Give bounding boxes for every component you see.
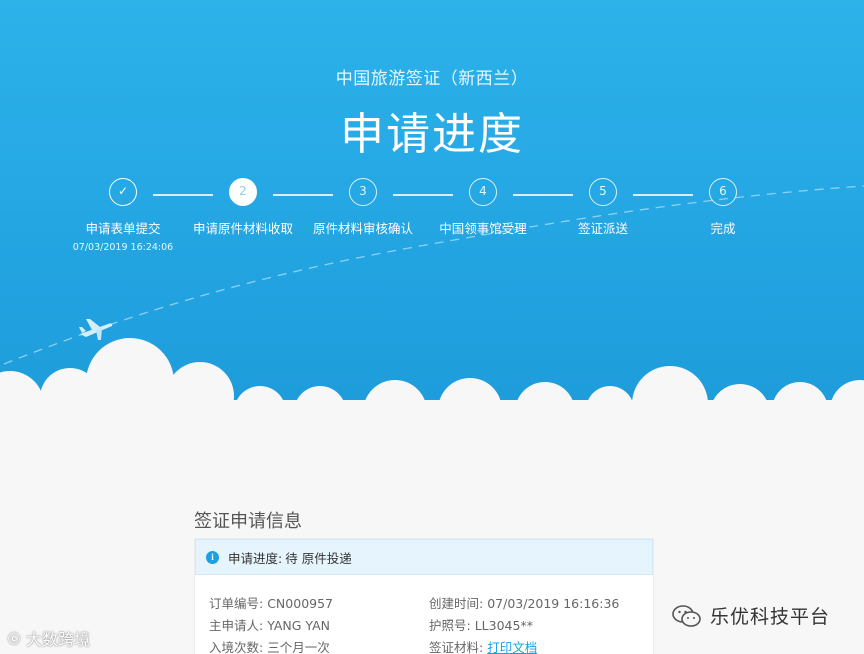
step-2: 2 申请原件材料收取 bbox=[173, 178, 313, 237]
status-value: 待 原件投递 bbox=[285, 550, 352, 566]
entry-count: 入境次数: 三个月一次 bbox=[209, 637, 429, 654]
watermark-right-text: 乐优科技平台 bbox=[710, 606, 831, 628]
info-row: 入境次数: 三个月一次 签证材料: 打印文档 bbox=[209, 637, 649, 654]
status-banner: i 申请进度: 待 原件投递 bbox=[195, 539, 653, 575]
watermark-right: 乐优科技平台 bbox=[672, 602, 830, 629]
step-label: 原件材料审核确认 bbox=[312, 221, 413, 236]
watermark-left: ⓒ 大数跨境 bbox=[8, 626, 90, 650]
step-number: 5 bbox=[589, 178, 617, 206]
passport-number-value: LL3045** bbox=[474, 618, 533, 633]
step-5: 5 签证派送 bbox=[533, 178, 673, 237]
entry-count-value: 三个月一次 bbox=[267, 640, 330, 654]
step-label: 中国领事馆受理 bbox=[439, 221, 527, 236]
order-number-label: 订单编号: bbox=[209, 596, 264, 611]
status-label: 申请进度: bbox=[228, 550, 283, 566]
step-label: 签证派送 bbox=[577, 221, 628, 236]
step-number: 2 bbox=[229, 178, 257, 206]
step-4: 4 中国领事馆受理 bbox=[413, 178, 553, 237]
step-number: 3 bbox=[349, 178, 377, 206]
step-label: 申请原件材料收取 bbox=[192, 221, 293, 236]
step-number: 6 bbox=[709, 178, 737, 206]
visa-type-subtitle: 中国旅游签证（新西兰） bbox=[335, 69, 529, 89]
main-applicant-label: 主申请人: bbox=[209, 618, 264, 633]
step-3: 3 原件材料审核确认 bbox=[293, 178, 433, 237]
step-date: 07/03/2019 16:24:06 bbox=[72, 242, 174, 253]
main-applicant-value: YANG YAN bbox=[267, 618, 330, 633]
hero-banner: 中国旅游签证（新西兰） 申请进度 ✓ 申请表单提交 07/03/2019 16:… bbox=[0, 0, 864, 440]
watermark-left-text: 大数跨境 bbox=[26, 630, 91, 649]
visa-materials: 签证材料: 打印文档 bbox=[429, 637, 649, 654]
passport-number: 护照号: LL3045** bbox=[429, 615, 649, 637]
created-time-label: 创建时间: bbox=[429, 596, 484, 611]
check-icon: ✓ bbox=[109, 178, 137, 206]
progress-stepper: ✓ 申请表单提交 07/03/2019 16:24:06 2 申请原件材料收取 … bbox=[0, 178, 864, 258]
order-number: 订单编号: CN000957 bbox=[209, 593, 429, 615]
main-applicant: 主申请人: YANG YAN bbox=[209, 615, 429, 637]
step-1: ✓ 申请表单提交 07/03/2019 16:24:06 bbox=[53, 178, 193, 253]
entry-count-label: 入境次数: bbox=[209, 640, 264, 654]
watermark-logo-icon: ⓒ bbox=[8, 631, 21, 646]
info-grid: 订单编号: CN000957 创建时间: 07/03/2019 16:16:36… bbox=[209, 593, 649, 654]
order-number-value: CN000957 bbox=[267, 596, 333, 611]
step-6: 6 完成 bbox=[653, 178, 793, 237]
created-time: 创建时间: 07/03/2019 16:16:36 bbox=[429, 593, 649, 615]
step-number: 4 bbox=[469, 178, 497, 206]
section-title: 签证申请信息 bbox=[194, 511, 302, 532]
created-time-value: 07/03/2019 16:16:36 bbox=[487, 596, 620, 611]
info-row: 主申请人: YANG YAN 护照号: LL3045** bbox=[209, 615, 649, 637]
page-title: 申请进度 bbox=[340, 109, 524, 160]
info-icon: i bbox=[206, 550, 219, 564]
info-row: 订单编号: CN000957 创建时间: 07/03/2019 16:16:36 bbox=[209, 593, 649, 615]
passport-number-label: 护照号: bbox=[429, 618, 471, 633]
visa-info-card: i 申请进度: 待 原件投递 订单编号: CN000957 创建时间: 07/0… bbox=[194, 538, 654, 654]
step-label: 完成 bbox=[710, 221, 736, 236]
wechat-icon bbox=[672, 604, 701, 627]
print-document-link[interactable]: 打印文档 bbox=[487, 640, 537, 654]
step-label: 申请表单提交 bbox=[85, 221, 161, 236]
visa-materials-label: 签证材料: bbox=[429, 640, 484, 654]
